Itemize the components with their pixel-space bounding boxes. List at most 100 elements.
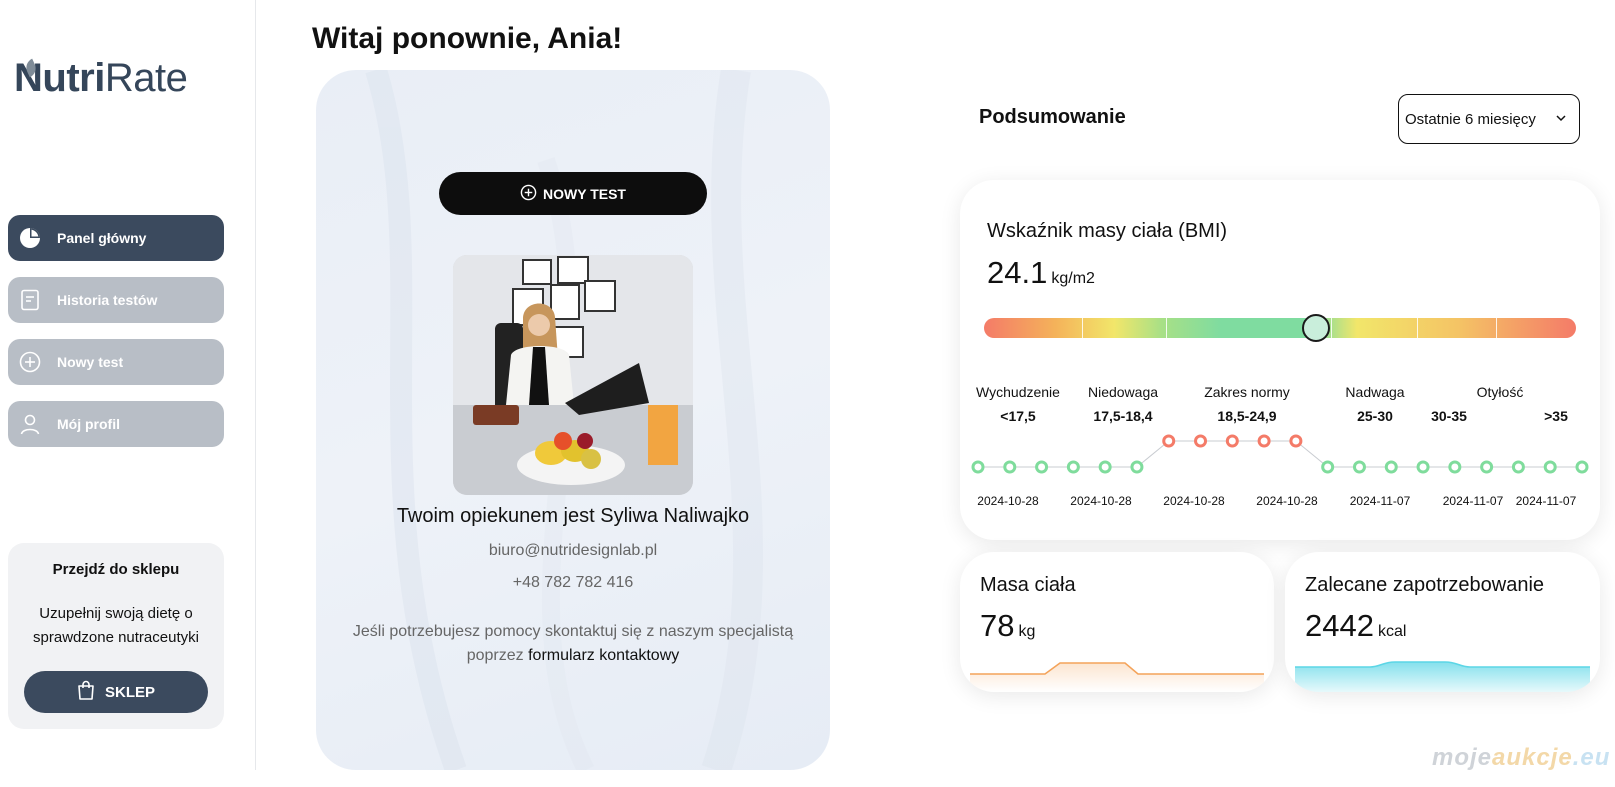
bmi-history-date: 2024-10-28 — [1163, 494, 1225, 508]
bmi-history-point[interactable] — [1225, 434, 1239, 448]
caretaker-card: NOWY TEST Twoim opiekunem jest Syliwa Na… — [316, 70, 830, 770]
body-mass-title: Masa ciała — [980, 574, 1076, 596]
bmi-range-value: >35 — [1544, 408, 1568, 424]
period-select[interactable]: Ostatnie 6 miesięcy — [1398, 94, 1580, 144]
period-select-value: Ostatnie 6 miesięcy — [1405, 110, 1536, 128]
pie-chart-icon — [19, 227, 41, 249]
bmi-scale-bar — [984, 318, 1576, 338]
contact-form-link[interactable]: formularz kontaktowy — [528, 647, 679, 664]
bmi-history-point[interactable] — [1130, 460, 1144, 474]
scale-tick — [1331, 318, 1332, 338]
recommended-energy-value-row: 2442 kcal — [1305, 608, 1406, 644]
sidebar-item-my-profile[interactable]: Mój profil — [8, 401, 224, 447]
bmi-range-label: Niedowaga — [1087, 384, 1159, 400]
bmi-history-date: 2024-11-07 — [1350, 494, 1411, 508]
shop-description: Uzupełnij swoją dietę o sprawdzone nutra… — [33, 605, 199, 646]
sidebar-item-label: Mój profil — [57, 416, 120, 432]
page-title: Witaj ponownie, Ania! — [312, 22, 623, 55]
bmi-history-point[interactable] — [1066, 460, 1080, 474]
bmi-value-row: 24.1 kg/m2 — [987, 255, 1095, 291]
bmi-history-point[interactable] — [1448, 460, 1462, 474]
sidebar-item-label: Historia testów — [57, 292, 158, 308]
shop-title: Przejdź do sklepu — [52, 561, 180, 578]
bmi-card: Wskaźnik masy ciała (BMI) 24.1 kg/m2 Wych… — [960, 180, 1600, 540]
body-mass-sparkline — [970, 662, 1264, 692]
watermark-part: .eu — [1572, 744, 1611, 771]
watermark: mojeaukcje.eu — [1432, 744, 1610, 772]
bmi-history-date: 2024-11-07 — [1443, 494, 1504, 508]
recommended-energy-sparkline — [1295, 661, 1590, 692]
body-mass-value: 78 — [980, 608, 1015, 643]
sidebar: Nutri Rate Panel główny Historia testów N… — [0, 0, 256, 770]
bmi-title: Wskaźnik masy ciała (BMI) — [987, 220, 1228, 242]
bmi-history-point[interactable] — [971, 460, 985, 474]
nutrirate-logo[interactable]: Nutri Rate — [14, 56, 188, 101]
plus-circle-icon — [19, 351, 41, 373]
bmi-history-point[interactable] — [1162, 434, 1176, 448]
bmi-history-point[interactable] — [1352, 460, 1366, 474]
bmi-value: 24.1 — [987, 255, 1048, 290]
body-mass-unit: kg — [1018, 623, 1036, 640]
bmi-history-point[interactable] — [1289, 434, 1303, 448]
chevron-down-icon — [1555, 111, 1567, 128]
bmi-history-chart: 2024-10-28 2024-10-28 2024-10-28 2024-10-28… — [971, 434, 1589, 508]
bmi-range-value: 30-35 — [1431, 408, 1467, 424]
bmi-history-point[interactable] — [1035, 460, 1049, 474]
bmi-range-label: Zakres normy — [1204, 384, 1290, 400]
logo-text-light: Rate — [104, 56, 188, 100]
bmi-marker — [1301, 314, 1330, 342]
sidebar-item-label: Nowy test — [57, 354, 124, 370]
shop-promo-card: Przejdź do sklepu Uzupełnij swoją dietę … — [8, 543, 224, 729]
recommended-energy-title: Zalecane zapotrzebowanie — [1305, 574, 1545, 596]
caretaker-phone[interactable]: +48 782 782 416 — [316, 574, 830, 592]
bmi-range-label: Wychudzenie — [976, 384, 1060, 400]
recommended-energy-value: 2442 — [1305, 608, 1374, 643]
bmi-history-point[interactable] — [1575, 460, 1589, 474]
scale-tick — [1166, 318, 1167, 338]
user-icon — [19, 413, 41, 435]
caretaker-photo — [453, 255, 693, 495]
bmi-history-point[interactable] — [1194, 434, 1208, 448]
sidebar-item-dashboard[interactable]: Panel główny — [8, 215, 224, 261]
bmi-history-point[interactable] — [1511, 460, 1525, 474]
bmi-history-date: 2024-10-28 — [1070, 494, 1132, 508]
caretaker-name: Twoim opiekunem jest Syliwa Naliwajko — [396, 505, 750, 527]
scale-tick — [1082, 318, 1083, 338]
caretaker-email[interactable]: biuro@nutridesignlab.pl — [316, 542, 830, 560]
shopping-bag-icon — [77, 680, 95, 704]
watermark-part: aukcje — [1492, 744, 1573, 771]
recommended-energy-unit: kcal — [1377, 623, 1407, 640]
bmi-history-point[interactable] — [1480, 460, 1494, 474]
new-test-button[interactable]: NOWY TEST — [439, 172, 707, 215]
bmi-history-date: 2024-10-28 — [977, 494, 1039, 508]
bmi-range-value: 17,5-18,4 — [1093, 408, 1153, 424]
bmi-unit: kg/m2 — [1051, 270, 1095, 287]
bmi-range-value: 18,5-24,9 — [1217, 408, 1277, 424]
sidebar-item-label: Panel główny — [57, 230, 147, 246]
bmi-history-point[interactable] — [1384, 460, 1398, 474]
shop-button[interactable]: SKLEP — [24, 671, 208, 713]
document-icon — [19, 289, 41, 311]
sidebar-item-new-test[interactable]: Nowy test — [8, 339, 224, 385]
sidebar-item-test-history[interactable]: Historia testów — [8, 277, 224, 323]
bmi-history-point[interactable] — [1098, 460, 1112, 474]
summary-title: Podsumowanie — [979, 106, 1126, 128]
bmi-history-point[interactable] — [1543, 460, 1557, 474]
help-text: Jeśli potrzebujesz pomocy skontaktuj się… — [336, 620, 810, 668]
bmi-history-point[interactable] — [1257, 434, 1271, 448]
bmi-range-label: Nadwaga — [1345, 384, 1405, 400]
scale-tick — [1496, 318, 1497, 338]
recommended-energy-card: Zalecane zapotrzebowanie 2442 kcal — [1285, 552, 1600, 692]
bmi-history-date: 2024-11-07 — [1516, 494, 1577, 508]
plus-circle-icon — [520, 184, 537, 204]
body-mass-value-row: 78 kg — [980, 608, 1035, 644]
new-test-button-label: NOWY TEST — [543, 185, 626, 202]
body-mass-card: Masa ciała 78 kg — [960, 552, 1274, 692]
bmi-history-point[interactable] — [1321, 460, 1335, 474]
bmi-history-date: 2024-10-28 — [1256, 494, 1318, 508]
bmi-range-label: Otyłość — [1476, 384, 1524, 400]
bmi-history-point[interactable] — [1416, 460, 1430, 474]
watermark-part: moje — [1432, 744, 1493, 771]
bmi-range-value: 25-30 — [1357, 408, 1393, 424]
bmi-history-point[interactable] — [1003, 460, 1017, 474]
